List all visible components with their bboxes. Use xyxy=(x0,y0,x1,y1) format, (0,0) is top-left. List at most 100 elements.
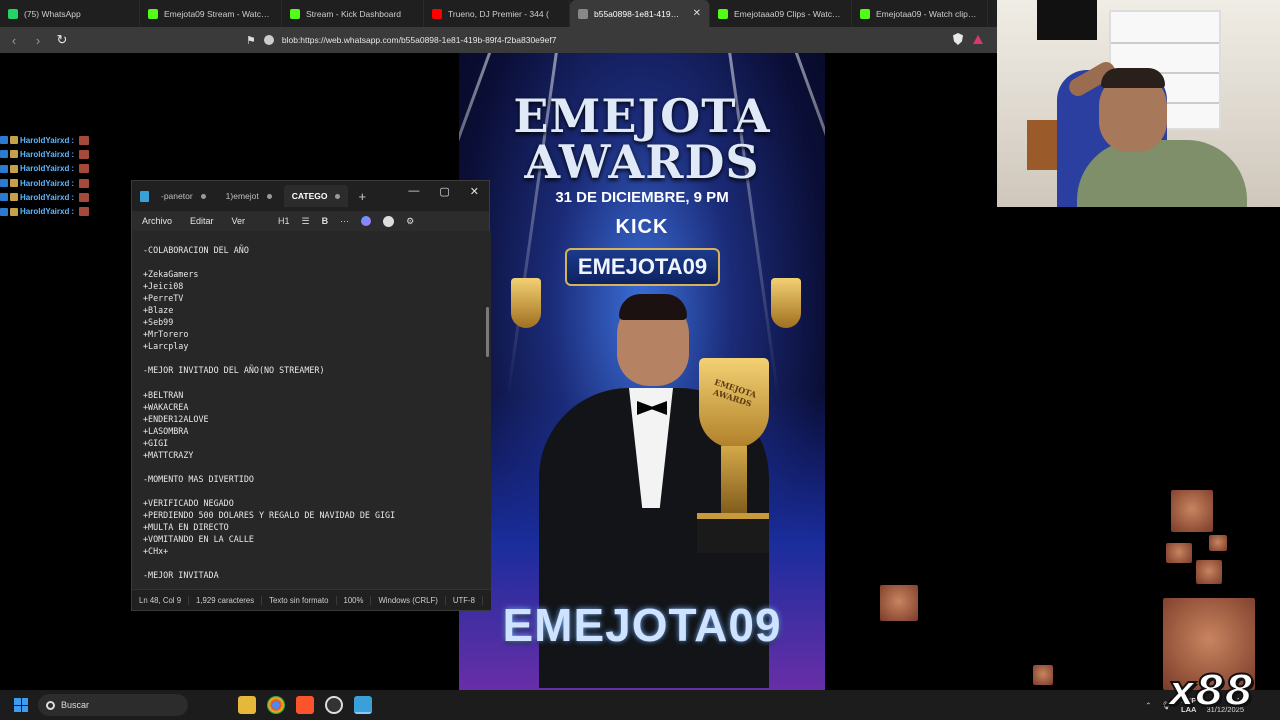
badge-icon xyxy=(10,164,18,173)
status-item[interactable]: Texto sin formato xyxy=(262,595,337,605)
browser-tab[interactable]: b55a0898-1e81-419b-89 ✕ xyxy=(570,0,710,27)
chat-separator: : xyxy=(71,192,75,202)
back-icon[interactable]: ‹ xyxy=(4,30,24,50)
maximize-icon[interactable]: ▢ xyxy=(439,185,449,198)
site-info-icon[interactable] xyxy=(263,35,274,45)
browser-tab-bar: (75) WhatsApp Emejota09 Stream - Watch Li… xyxy=(0,0,997,27)
badge-icon xyxy=(0,193,8,202)
badge-icon xyxy=(0,207,8,216)
tab-title: Emejota09 Stream - Watch Live xyxy=(164,8,273,19)
badge-icon xyxy=(10,150,18,159)
poster-title-line2: AWARDS xyxy=(524,135,760,189)
chat-username[interactable]: HaroldYairxd xyxy=(20,207,69,216)
address-bar[interactable]: ⚑ blob:https://web.whatsapp.com/b55a0898… xyxy=(246,30,946,50)
menu-editar[interactable]: Editar xyxy=(190,216,214,226)
emote xyxy=(1166,543,1192,563)
unsaved-dot-icon[interactable] xyxy=(266,193,272,199)
notepad-editor[interactable]: -COLABORACION DEL AÑO +ZekaGamers +Jeici… xyxy=(132,231,491,591)
badge-icon xyxy=(10,207,18,216)
notepad-tab-label: 1)emejot xyxy=(225,191,259,201)
tab-title: Trueno, DJ Premier - 344 ( xyxy=(448,8,549,19)
browser-tab[interactable]: Trueno, DJ Premier - 344 ( xyxy=(424,0,570,27)
new-tab-icon[interactable]: + xyxy=(358,189,366,204)
unsaved-dot-icon[interactable] xyxy=(335,193,341,199)
browser-tab[interactable]: Stream - Kick Dashboard xyxy=(282,0,424,27)
minimize-icon[interactable]: — xyxy=(408,185,419,198)
start-icon[interactable] xyxy=(14,698,28,712)
notepad-tab[interactable]: 1)emejot xyxy=(218,185,280,207)
chat-message: HaroldYairxd: xyxy=(0,147,290,161)
tab-favicon-icon xyxy=(860,8,870,19)
badge-icon xyxy=(0,164,8,173)
heading-dropdown[interactable]: H1 xyxy=(278,216,290,226)
chevron-up-icon[interactable]: ⌃ xyxy=(1145,701,1151,710)
status-item[interactable]: 100% xyxy=(337,595,372,605)
status-item[interactable]: Windows (CRLF) xyxy=(371,595,446,605)
bold-button[interactable]: B xyxy=(322,216,329,226)
menu-archivo[interactable]: Archivo xyxy=(142,216,172,226)
chat-username[interactable]: HaroldYairxd xyxy=(20,150,69,159)
reload-icon[interactable]: ↻ xyxy=(52,30,72,50)
poster-kick-logo: KICK xyxy=(615,216,669,238)
emote xyxy=(1196,560,1222,584)
url-text[interactable]: blob:https://web.whatsapp.com/b55a0898-1… xyxy=(282,35,557,45)
badge-icon xyxy=(10,193,18,202)
notepad-tab[interactable]: CATEGO xyxy=(283,185,349,207)
tab-title: Emejotaaa09 Clips - Watch Live xyxy=(734,8,843,19)
brave-rewards-icon[interactable] xyxy=(973,34,983,44)
file-explorer-icon[interactable] xyxy=(238,696,256,714)
badge-icon xyxy=(0,136,8,145)
list-icon[interactable]: ☰ xyxy=(302,216,310,227)
account-icon[interactable] xyxy=(383,215,395,227)
tab-favicon-icon xyxy=(578,8,588,19)
menu-ver[interactable]: Ver xyxy=(232,216,246,226)
tab-favicon-icon xyxy=(148,8,158,19)
tab-favicon-icon xyxy=(718,8,728,19)
notepad-status-bar: Ln 48, Col 9 1,929 caracteres Texto sin fo… xyxy=(132,589,491,610)
unsaved-dot-icon[interactable] xyxy=(200,193,206,199)
chat-username[interactable]: HaroldYairxd xyxy=(20,179,69,188)
chat-username[interactable]: HaroldYairxd xyxy=(20,164,69,173)
obs-icon[interactable] xyxy=(325,696,343,714)
chat-username[interactable]: HaroldYairxd xyxy=(20,136,69,145)
tab-title: (75) WhatsApp xyxy=(24,8,81,19)
tab-favicon-icon xyxy=(290,8,300,19)
multiplier-overlay: x88 xyxy=(1167,665,1255,716)
browser-tab[interactable]: (75) WhatsApp xyxy=(0,0,140,27)
close-tab-icon[interactable]: ✕ xyxy=(693,8,701,19)
chat-separator: : xyxy=(71,135,75,145)
status-item[interactable]: UTF-8 xyxy=(446,595,483,605)
browser-tab[interactable]: Emejotaaa09 Clips - Watch Live xyxy=(710,0,852,27)
brave-icon[interactable] xyxy=(296,696,314,714)
brave-shield-icon[interactable] xyxy=(953,33,963,45)
close-icon[interactable]: ✕ xyxy=(470,185,479,198)
notepad-taskbar-icon[interactable] xyxy=(354,696,372,714)
awards-poster-image: EMEJOTA AWARDS 31 DE DICIEMBRE, 9 PM KIC… xyxy=(459,53,825,690)
chat-separator: : xyxy=(71,149,75,159)
poster-banner: EMEJOTA09 xyxy=(565,248,720,286)
chat-separator: : xyxy=(71,207,75,217)
notepad-text[interactable]: -COLABORACION DEL AÑO +ZekaGamers +Jeici… xyxy=(143,244,395,581)
status-item[interactable]: Ln 48, Col 9 xyxy=(132,595,190,605)
search-icon xyxy=(46,700,55,710)
chrome-icon[interactable] xyxy=(267,696,285,714)
taskbar-search[interactable]: Buscar xyxy=(38,694,188,716)
settings-icon[interactable]: ⚙ xyxy=(406,216,414,227)
browser-tab[interactable]: Emejotaa09 - Watch clips on xyxy=(852,0,988,27)
bookmark-icon[interactable]: ⚑ xyxy=(246,34,256,47)
scrollbar[interactable] xyxy=(486,307,489,357)
browser-tab[interactable]: Emejota09 Stream - Watch Live xyxy=(140,0,282,27)
status-item[interactable]: 1,929 caracteres xyxy=(189,595,263,605)
forward-icon[interactable]: › xyxy=(28,30,48,50)
badge-icon xyxy=(0,150,8,159)
more-icon[interactable]: ··· xyxy=(340,216,349,226)
notepad-window: -panetor 1)emejot CATEGO + — ▢ ✕ Archivo Ed… xyxy=(131,180,491,611)
copilot-icon[interactable] xyxy=(361,216,372,226)
chat-username[interactable]: HaroldYairxd xyxy=(20,193,69,202)
notepad-tab[interactable]: -panetor xyxy=(153,185,214,207)
tab-title: Emejotaa09 - Watch clips on xyxy=(876,8,979,19)
badge-icon xyxy=(10,136,18,145)
tab-title: Stream - Kick Dashboard xyxy=(306,8,401,19)
badge-icon xyxy=(0,179,8,188)
poster-date: 31 DE DICIEMBRE, 9 PM xyxy=(555,189,729,206)
